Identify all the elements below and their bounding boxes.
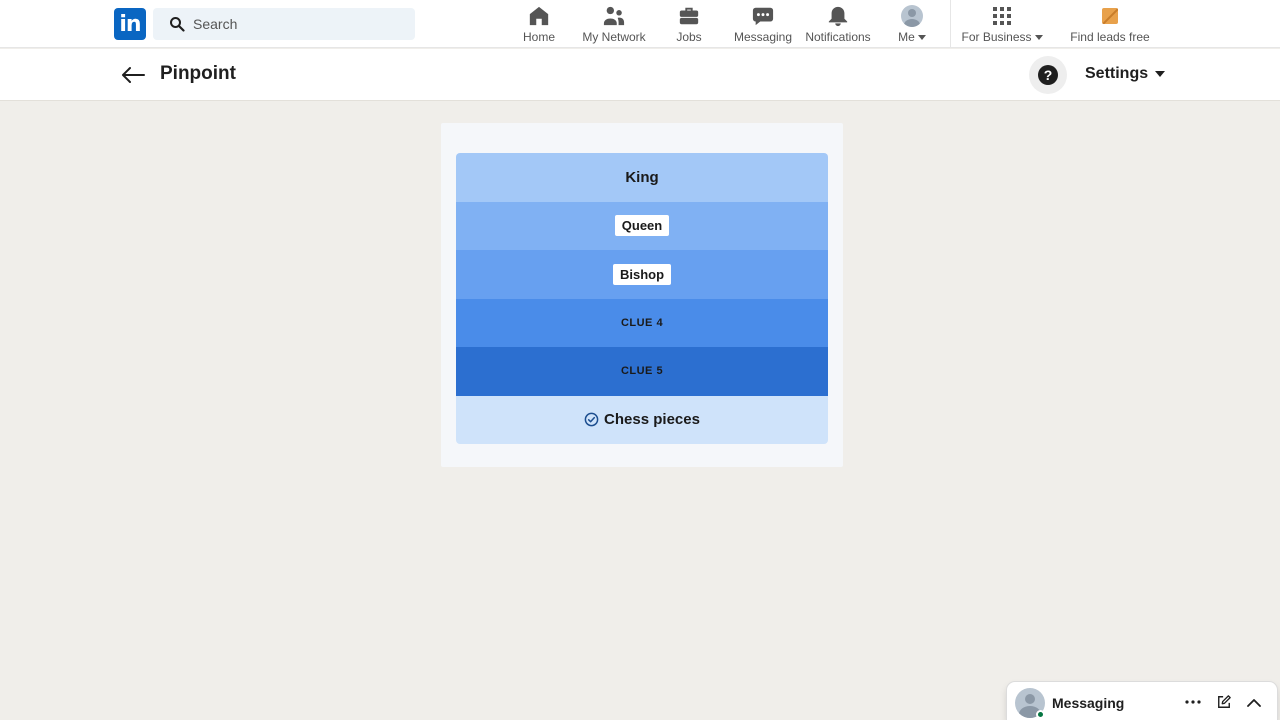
messaging-title[interactable]: Messaging — [1052, 695, 1124, 711]
chevron-down-icon — [917, 34, 926, 40]
nav-home[interactable]: Home — [520, 4, 558, 44]
nav-me[interactable]: Me — [894, 4, 930, 44]
bell-icon — [827, 4, 849, 28]
search-bar[interactable] — [153, 8, 415, 40]
nav-notifications-label: Notifications — [805, 30, 871, 44]
nav-notifications[interactable]: Notifications — [803, 4, 873, 44]
clue-row-4: CLUE 4 — [456, 298, 828, 347]
nav-home-label: Home — [522, 30, 555, 44]
expand-messaging-button[interactable] — [1244, 692, 1264, 712]
nav-my-network[interactable]: My Network — [580, 4, 648, 44]
answer-row: Chess pieces — [456, 395, 828, 444]
game-header: Pinpoint ? Settings — [0, 49, 1280, 101]
nav-jobs-label: Jobs — [676, 30, 702, 44]
nav-for-business[interactable]: For Business — [960, 4, 1044, 44]
chevron-up-icon — [1247, 698, 1261, 707]
back-button[interactable] — [120, 63, 146, 87]
briefcase-icon — [678, 4, 700, 28]
nav-for-business-label: For Business — [961, 30, 1043, 44]
settings-button[interactable]: Settings — [1085, 65, 1166, 83]
search-icon — [170, 17, 185, 32]
leads-icon — [1102, 8, 1118, 24]
compose-message-button[interactable] — [1214, 692, 1234, 712]
home-icon — [528, 4, 550, 28]
nav-find-leads-label: Find leads free — [1070, 30, 1150, 44]
check-circle-icon — [584, 412, 599, 427]
arrow-left-icon — [122, 67, 145, 83]
help-button[interactable]: ? — [1029, 56, 1067, 94]
page-title: Pinpoint — [160, 63, 236, 84]
clue-1-text: King — [625, 168, 659, 186]
clue-3-text: Bishop — [612, 263, 672, 285]
global-nav: in Home My Network Jobs — [0, 0, 1280, 48]
clue-5-placeholder: CLUE 5 — [620, 365, 664, 378]
linkedin-logo[interactable]: in — [114, 8, 146, 40]
clue-row-2: Queen — [456, 201, 828, 250]
nav-me-label: Me — [898, 30, 926, 44]
messaging-dock[interactable]: Messaging — [1007, 682, 1277, 720]
nav-messaging-label: Messaging — [733, 30, 793, 44]
chat-icon — [752, 4, 774, 28]
nav-find-leads[interactable]: Find leads free — [1068, 4, 1152, 44]
ellipsis-icon — [1185, 700, 1201, 704]
clue-2-text: Queen — [614, 215, 670, 237]
nav-divider — [950, 0, 951, 47]
answer-text: Chess pieces — [604, 411, 700, 429]
clue-row-1: King — [456, 153, 828, 202]
clue-row-5: CLUE 5 — [456, 347, 828, 396]
search-input[interactable] — [193, 16, 393, 32]
more-options-button[interactable] — [1183, 692, 1203, 712]
help-icon: ? — [1038, 65, 1058, 85]
chevron-down-icon — [1155, 71, 1166, 77]
nav-jobs[interactable]: Jobs — [672, 4, 706, 44]
clue-4-placeholder: CLUE 4 — [620, 316, 664, 329]
avatar — [901, 5, 923, 27]
online-status-badge — [1036, 710, 1045, 719]
game-card: King Queen Bishop CLUE 4 CLUE 5 Chess pi… — [441, 123, 843, 467]
compose-icon — [1218, 695, 1231, 708]
nav-my-network-label: My Network — [582, 30, 646, 44]
network-icon — [603, 4, 625, 28]
nav-messaging[interactable]: Messaging — [732, 4, 794, 44]
chevron-down-icon — [1034, 34, 1043, 40]
clue-board: King Queen Bishop CLUE 4 CLUE 5 Chess pi… — [456, 153, 828, 444]
clue-row-3: Bishop — [456, 250, 828, 299]
grid-icon — [992, 4, 1012, 28]
settings-label: Settings — [1085, 65, 1149, 82]
